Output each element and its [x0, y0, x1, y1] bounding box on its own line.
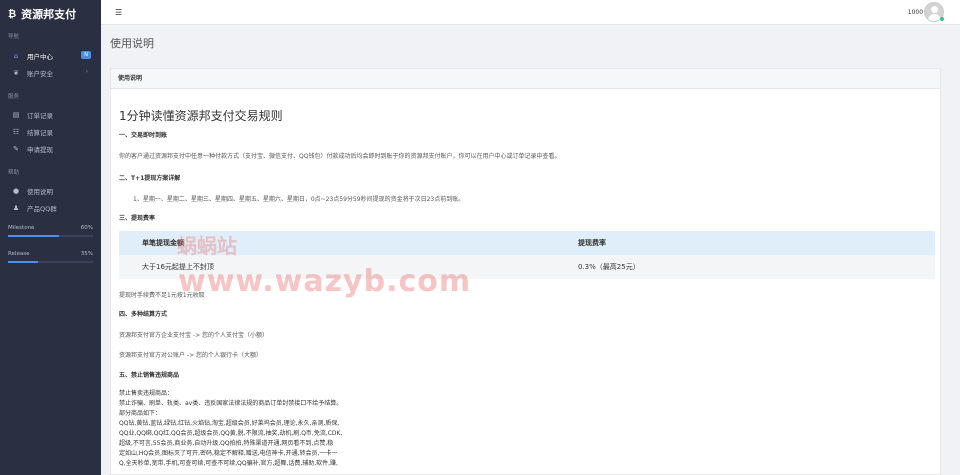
- list-item: QQ业,QQ绑,QQ红,QQ会员,超级会员,QQ黄,脱,不限流,抽奖,劫机,刷,…: [119, 430, 343, 437]
- info-icon: ●: [12, 186, 20, 195]
- sidebar-item-label: 结算记录: [27, 128, 53, 137]
- table-header-row: 单笔提现金额 提现费率: [119, 231, 935, 255]
- section-text: 1、星期一、星期二、星期三、星期四、星期五、星期六、星期日，0点~23点59分5…: [133, 196, 465, 203]
- milestone-progress: Milestone 60%: [0, 222, 101, 248]
- section-title: 五、禁止销售违规商品: [119, 372, 180, 379]
- sidebar-item-withdraw[interactable]: ✎ 申请提现: [0, 140, 101, 157]
- progress-label: Milestone: [8, 225, 35, 231]
- list-item: 超级,不可言,55会员,商业务,自动升级,QQ拍拍,特殊渠道开通,网页看不到,点…: [119, 440, 334, 447]
- nav-section-help: 帮助: [8, 170, 20, 176]
- topbar: ☰ 1000 ▾: [101, 0, 960, 25]
- new-badge: N: [81, 51, 91, 59]
- menu-toggle-icon[interactable]: ☰: [115, 8, 122, 17]
- progress-value: 60%: [80, 225, 93, 231]
- section-title: 二、T+1提现方案详解: [119, 175, 181, 182]
- progress-track: [8, 261, 93, 263]
- brand-name: 资源邦支付: [21, 8, 77, 21]
- section-title: 一、交易即时到账: [119, 132, 168, 139]
- sidebar-item-label: 使用说明: [27, 187, 53, 196]
- page-title: 使用说明: [110, 37, 154, 50]
- prohibited-items-list: 禁止售卖违规商品： 禁止诈骗、刷单、轨类、av类、违反国家法律法规的商品订单封禁…: [119, 389, 932, 469]
- order-icon: ▤: [12, 110, 20, 119]
- sidebar-item-label: 用户中心: [27, 52, 53, 61]
- list-item: Q,全天秒单,宽带,手机,可查可续,可查不可续,QQ骗补,官方,超舞,话费,辅助…: [119, 460, 338, 467]
- sidebar-item-label: 申请提现: [27, 145, 53, 154]
- chevron-right-icon: ›: [85, 68, 88, 75]
- sidebar-item-account-security[interactable]: ❦ 账户安全 ›: [0, 64, 101, 81]
- progress-track: [8, 235, 93, 237]
- settlement-line: 资源邦支付官方对公账户 -> 您的个人银行卡（大额）: [119, 352, 263, 359]
- sidebar: ₿ 资源邦支付 导航 ⌂ 用户中心 N ❦ 账户安全 › 服务 ▤ 订单记录 ☷…: [0, 0, 101, 475]
- edit-icon: ✎: [13, 144, 19, 153]
- sidebar-item-qq-group[interactable]: ♟ 产品QQ群: [0, 199, 101, 216]
- home-icon: ⌂: [13, 51, 19, 60]
- brand-logo[interactable]: ₿ 资源邦支付: [0, 0, 101, 28]
- list-item: 禁止诈骗、刷单、轨类、av类、违反国家法律法规的商品订单封禁接口不给予结算。: [119, 400, 343, 407]
- list-item: 定如山,HQ会员,图标灭了可开,密码,稳定不解释,赠送,电信神卡,开通,转会员,…: [119, 450, 338, 457]
- list-icon: ☷: [12, 127, 20, 136]
- section-text: 你的客户通过资源邦支付中任意一种付款方式（支付宝、微信支付、QQ钱包）付款成功后…: [119, 153, 561, 160]
- sidebar-item-label: 账户安全: [27, 69, 53, 78]
- watermark-text: 蜗蜗站: [177, 234, 237, 258]
- progress-fill: [8, 235, 59, 237]
- card-header: 使用说明: [111, 69, 940, 89]
- qq-icon: ♟: [12, 203, 20, 212]
- sidebar-item-instructions[interactable]: ● 使用说明: [0, 182, 101, 199]
- list-item: 禁止售卖违规商品：: [119, 390, 174, 397]
- nav-section-service: 服务: [8, 94, 20, 100]
- progress-fill: [8, 261, 38, 263]
- progress-label: Release: [8, 251, 30, 257]
- list-item: QQ钻,黄钻,蓝钻,绿钻,红钻,火焰钻,淘宝,超级会员,好莱坞会员,理论,永久,…: [119, 420, 340, 427]
- table-cell: 0.3%（最高25元）: [578, 255, 935, 279]
- doc-title: 1分钟读懂资源邦支付交易规则: [119, 109, 283, 123]
- sidebar-item-orders[interactable]: ▤ 订单记录: [0, 106, 101, 123]
- progress-value: 35%: [80, 251, 93, 257]
- sidebar-item-label: 产品QQ群: [27, 204, 57, 213]
- section-title: 四、多种结算方式: [119, 311, 168, 318]
- section-title: 三、提现费率: [119, 215, 156, 222]
- table-header-cell: 提现费率: [578, 231, 935, 255]
- sidebar-item-settlements[interactable]: ☷ 结算记录: [0, 123, 101, 140]
- list-item: 部分商品如下：: [119, 410, 162, 417]
- release-progress: Release 35%: [0, 248, 101, 274]
- bitcoin-logo-icon: ₿: [8, 8, 17, 20]
- sidebar-item-user-center[interactable]: ⌂ 用户中心 N: [0, 47, 101, 64]
- leaf-icon: ❦: [13, 68, 19, 77]
- watermark-url: www.wazyb.com: [178, 264, 472, 299]
- sidebar-item-label: 订单记录: [27, 111, 53, 120]
- online-status-icon: [940, 17, 944, 21]
- nav-section-navigation: 导航: [8, 34, 20, 40]
- settlement-line: 资源邦支付官方企业支付宝 -> 您的个人支付宝（小额）: [119, 332, 269, 339]
